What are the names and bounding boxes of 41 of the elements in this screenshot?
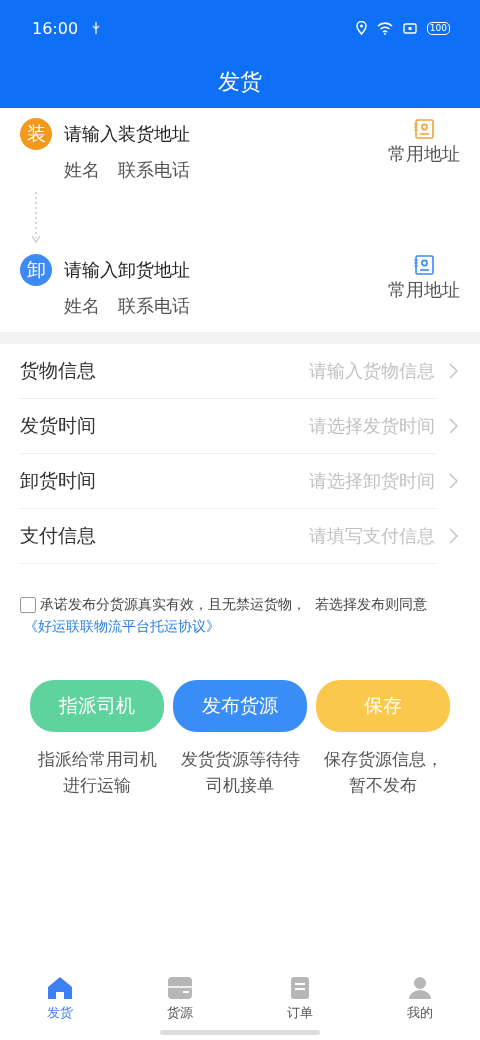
action-note: 指派给常用司机进行运输 xyxy=(36,748,158,797)
dotted-arrow-icon xyxy=(31,192,41,244)
agreement-text: 承诺发布分货源真实有效，且无禁运货物， 若选择发布则同意 xyxy=(40,596,427,614)
phone-field[interactable]: 联系电话 xyxy=(118,294,190,318)
location-icon xyxy=(355,21,367,35)
action-note: 发货货源等待待司机接单 xyxy=(179,748,301,797)
agreement-checkbox[interactable] xyxy=(20,597,36,613)
tab-item[interactable]: 我的 xyxy=(360,968,480,1030)
name-field[interactable]: 姓名 xyxy=(64,294,100,318)
address-book-button[interactable]: 常用地址 xyxy=(388,118,460,166)
drawer-icon xyxy=(167,976,193,1000)
name-field[interactable]: 姓名 xyxy=(64,158,100,182)
usb-icon xyxy=(92,22,101,34)
phone-field[interactable]: 联系电话 xyxy=(118,158,190,182)
tab-item[interactable]: 发货 xyxy=(0,968,120,1030)
tab-item[interactable]: 货源 xyxy=(120,968,240,1030)
address-book-button[interactable]: 常用地址 xyxy=(388,254,460,302)
form-label: 卸货时间 xyxy=(20,468,96,493)
chevron-right-icon xyxy=(449,528,458,544)
battery-indicator: 100 xyxy=(426,21,450,35)
chevron-right-icon xyxy=(449,473,458,489)
tab-item[interactable]: 订单 xyxy=(240,968,360,1030)
form-label: 货物信息 xyxy=(20,358,96,383)
home-icon xyxy=(47,976,73,1000)
form-label: 发货时间 xyxy=(20,413,96,438)
agreement-link[interactable]: 《好运联联物流平台托运协议》 xyxy=(24,618,220,636)
address-badge: 装 xyxy=(20,118,52,150)
status-time: 16:00 xyxy=(32,18,79,38)
user-icon xyxy=(407,976,433,1000)
address-field[interactable]: 请输入卸货地址 xyxy=(64,258,190,282)
chevron-right-icon xyxy=(449,363,458,379)
page-title: 发货 xyxy=(217,68,263,96)
sim-icon xyxy=(402,22,417,34)
address-badge: 卸 xyxy=(20,254,52,286)
address-book-icon xyxy=(413,118,435,140)
action-note: 保存货源信息，暂不发布 xyxy=(322,748,444,797)
form-label: 支付信息 xyxy=(20,523,96,548)
wifi-icon xyxy=(376,21,393,35)
address-field[interactable]: 请输入装货地址 xyxy=(64,122,190,146)
address-book-icon xyxy=(413,254,435,276)
chevron-right-icon xyxy=(449,418,458,434)
